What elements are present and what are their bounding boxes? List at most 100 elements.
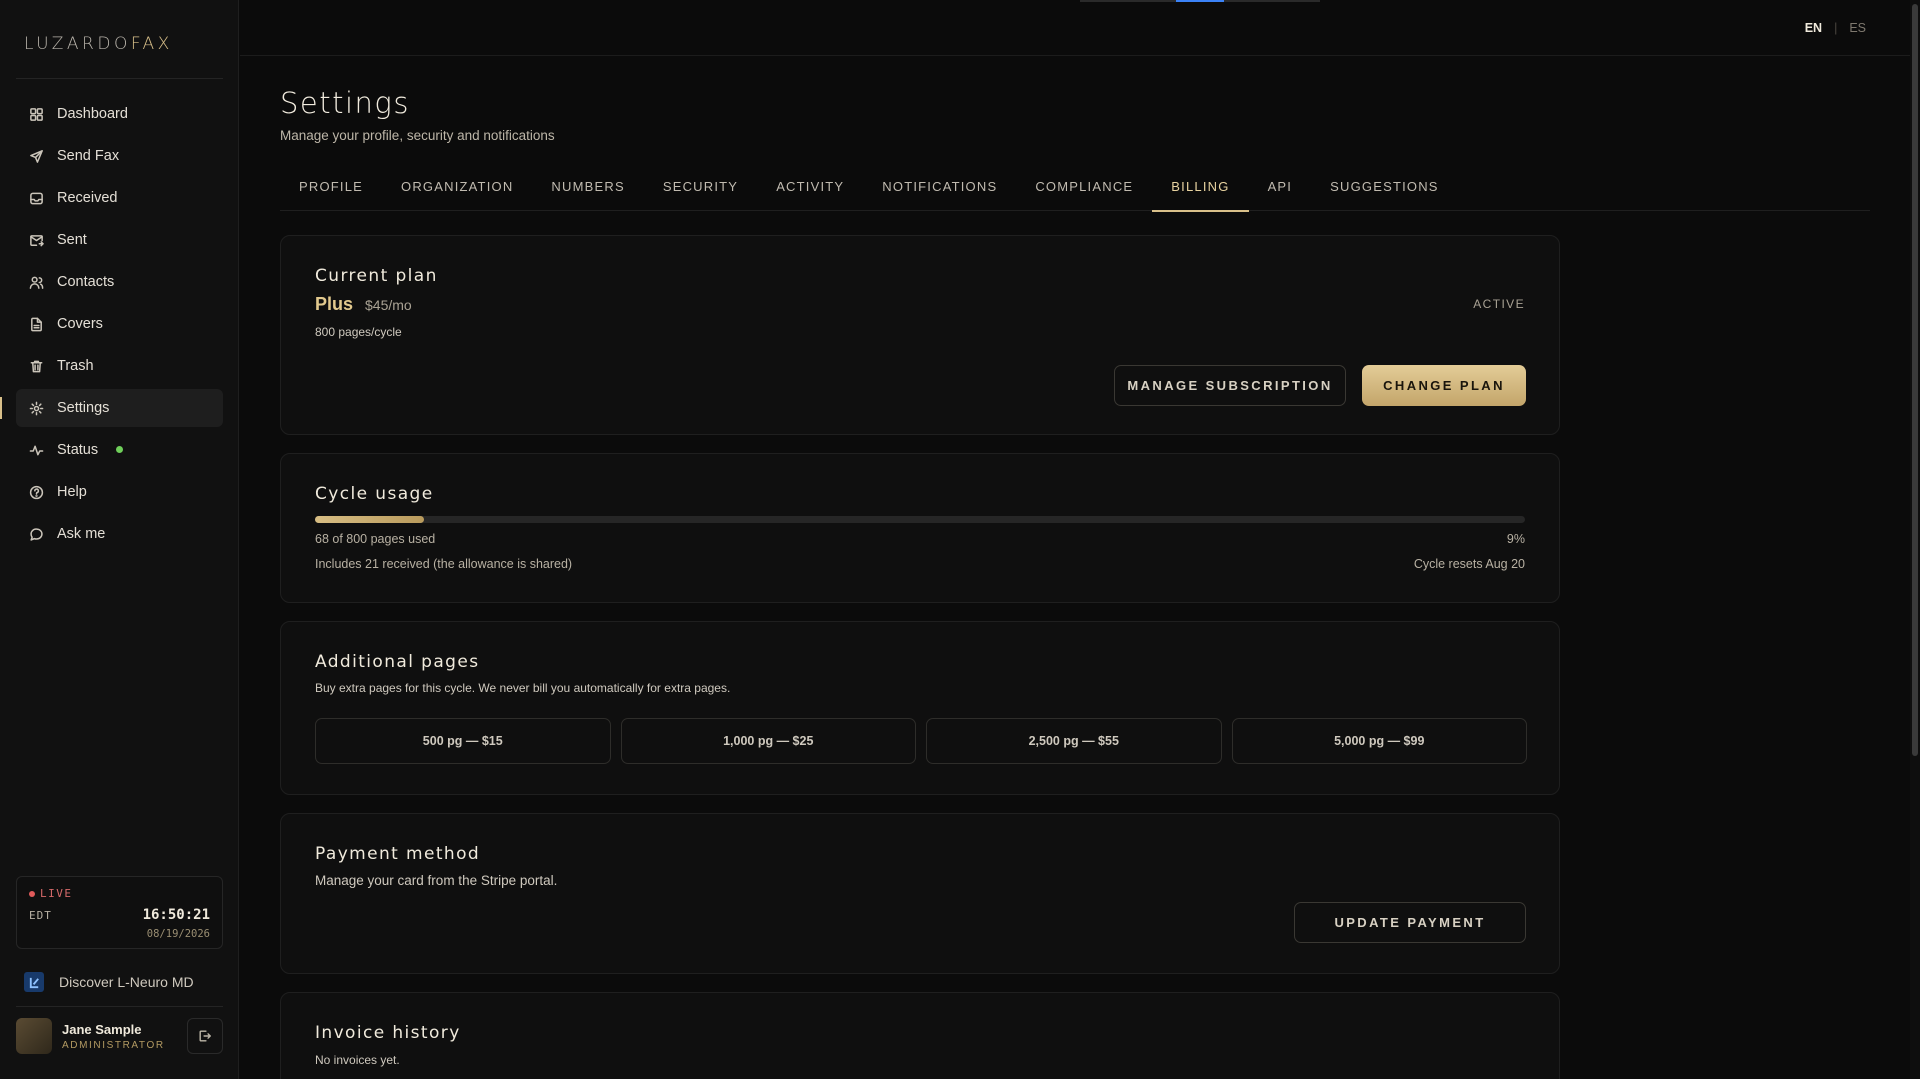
manage-subscription-button[interactable]: MANAGE SUBSCRIPTION bbox=[1114, 365, 1346, 406]
tab-billing[interactable]: BILLING bbox=[1152, 162, 1249, 212]
payment-method-title: Payment method bbox=[315, 844, 481, 864]
status-online-indicator bbox=[116, 445, 124, 453]
page-loading-bar bbox=[1080, 0, 1320, 2]
invoice-history-title: Invoice history bbox=[315, 1023, 461, 1043]
language-separator: | bbox=[1834, 21, 1838, 35]
sidebar-item-dashboard[interactable]: Dashboard bbox=[16, 95, 223, 133]
additional-pages-card: Additional pages Buy extra pages for thi… bbox=[280, 621, 1560, 795]
tab-organization[interactable]: ORGANIZATION bbox=[382, 162, 532, 211]
sidebar-item-label: Ask me bbox=[57, 526, 106, 542]
payment-method-card: Payment method Manage your card from the… bbox=[280, 813, 1560, 974]
language-switcher: EN | ES bbox=[1805, 21, 1866, 35]
current-plan-title: Current plan bbox=[315, 266, 438, 286]
brand-name-accent: FAX bbox=[130, 34, 173, 54]
clock-time: 16:50:21 bbox=[142, 907, 210, 923]
sidebar-item-covers[interactable]: Covers bbox=[16, 305, 223, 343]
contacts-icon bbox=[28, 274, 44, 290]
help-icon bbox=[28, 484, 44, 500]
avatar[interactable] bbox=[16, 1018, 52, 1054]
gear-icon bbox=[28, 400, 44, 416]
language-en[interactable]: EN bbox=[1805, 21, 1822, 35]
logout-button[interactable] bbox=[187, 1018, 223, 1054]
language-es[interactable]: ES bbox=[1849, 21, 1866, 35]
tab-suggestions[interactable]: SUGGESTIONS bbox=[1311, 162, 1458, 211]
change-plan-button[interactable]: CHANGE PLAN bbox=[1362, 365, 1526, 406]
sidebar-item-status[interactable]: Status bbox=[16, 431, 223, 469]
usage-note: Includes 21 received (the allowance is s… bbox=[315, 557, 573, 571]
discover-label: Discover L-Neuro MD bbox=[59, 974, 194, 990]
clock-date: 08/19/2026 bbox=[146, 928, 210, 940]
usage-percent: 9% bbox=[1506, 532, 1525, 546]
sidebar: LUZARDOFAX Dashboard Send Fax Received S… bbox=[0, 0, 239, 1079]
live-dot-icon bbox=[29, 890, 35, 897]
cycle-reset-date: Cycle resets Aug 20 bbox=[1413, 557, 1525, 571]
status-badge: ACTIVE bbox=[1473, 297, 1525, 311]
live-label: LIVE bbox=[40, 887, 73, 900]
discover-link[interactable]: Discover L-Neuro MD bbox=[24, 972, 194, 992]
inbox-icon bbox=[28, 190, 44, 206]
additional-pages-description: Buy extra pages for this cycle. We never… bbox=[315, 681, 731, 695]
sidebar-item-label: Covers bbox=[57, 316, 103, 332]
timezone-label: EDT bbox=[29, 909, 52, 922]
logout-icon bbox=[199, 1030, 211, 1042]
page-subtitle: Manage your profile, security and notifi… bbox=[280, 128, 555, 143]
usage-used-text: 68 of 800 pages used bbox=[315, 532, 436, 546]
chat-icon bbox=[28, 526, 44, 542]
sidebar-item-ask-me[interactable]: Ask me bbox=[16, 515, 223, 553]
usage-progress-fill bbox=[315, 516, 424, 523]
sidebar-item-label: Trash bbox=[57, 358, 94, 374]
scrollbar-thumb[interactable] bbox=[1912, 4, 1918, 756]
sidebar-item-received[interactable]: Received bbox=[16, 179, 223, 217]
tab-notifications[interactable]: NOTIFICATIONS bbox=[863, 162, 1016, 211]
sidebar-item-label: Send Fax bbox=[57, 148, 120, 164]
sidebar-nav: Dashboard Send Fax Received Sent Contact… bbox=[0, 95, 223, 557]
tab-profile[interactable]: PROFILE bbox=[280, 162, 382, 211]
page-pack-2500-button[interactable]: 2,500 pg — $55 bbox=[926, 718, 1222, 764]
tab-numbers[interactable]: NUMBERS bbox=[532, 162, 643, 211]
tab-api[interactable]: API bbox=[1249, 162, 1312, 211]
sidebar-item-label: Dashboard bbox=[57, 106, 128, 122]
activity-icon bbox=[28, 442, 44, 458]
live-indicator: LIVE bbox=[29, 887, 73, 900]
dashboard-icon bbox=[28, 106, 44, 122]
tab-activity[interactable]: ACTIVITY bbox=[757, 162, 863, 211]
trash-icon bbox=[28, 358, 44, 374]
update-payment-button[interactable]: UPDATE PAYMENT bbox=[1294, 902, 1526, 943]
page-scrollbar[interactable] bbox=[1910, 0, 1920, 1079]
sidebar-item-label: Contacts bbox=[57, 274, 115, 290]
current-plan-card: Current plan Plus $45/mo 800 pages/cycle… bbox=[280, 235, 1560, 435]
user-role: ADMINISTRATOR bbox=[62, 1040, 165, 1051]
plan-price: $45/mo bbox=[365, 297, 412, 313]
sidebar-item-send-fax[interactable]: Send Fax bbox=[16, 137, 223, 175]
settings-tabs: PROFILE ORGANIZATION NUMBERS SECURITY AC… bbox=[280, 162, 1870, 212]
page-pack-1000-button[interactable]: 1,000 pg — $25 bbox=[620, 718, 916, 764]
top-bar: EN | ES bbox=[240, 0, 1910, 56]
cycle-usage-card: Cycle usage 68 of 800 pages used 9% Incl… bbox=[280, 453, 1560, 603]
tab-security[interactable]: SECURITY bbox=[644, 162, 757, 211]
sidebar-item-sent[interactable]: Sent bbox=[16, 221, 223, 259]
brand-logo[interactable]: LUZARDOFAX bbox=[24, 34, 173, 54]
page-pack-5000-button[interactable]: 5,000 pg — $99 bbox=[1231, 718, 1527, 764]
live-clock-widget: LIVE EDT 16:50:21 08/19/2026 bbox=[16, 876, 223, 949]
sidebar-item-trash[interactable]: Trash bbox=[16, 347, 223, 385]
page-pack-500-button[interactable]: 500 pg — $15 bbox=[315, 718, 611, 764]
sidebar-item-settings[interactable]: Settings bbox=[0, 389, 223, 427]
additional-pages-title: Additional pages bbox=[315, 652, 480, 672]
divider bbox=[16, 1006, 223, 1007]
plan-name: Plus bbox=[315, 294, 354, 314]
invoice-history-card: Invoice history No invoices yet. bbox=[280, 992, 1560, 1079]
user-name: Jane Sample bbox=[62, 1022, 142, 1037]
tab-compliance[interactable]: COMPLIANCE bbox=[1016, 162, 1152, 211]
sidebar-item-help[interactable]: Help bbox=[16, 473, 223, 511]
usage-progress-bar bbox=[315, 516, 1525, 523]
page-packs: 500 pg — $15 1,000 pg — $25 2,500 pg — $… bbox=[315, 718, 1527, 764]
plan-pages: 800 pages/cycle bbox=[315, 325, 402, 339]
brand-name-light: LUZARDO bbox=[24, 34, 131, 54]
document-icon bbox=[28, 316, 44, 332]
sidebar-item-label: Sent bbox=[57, 232, 87, 248]
invoice-empty-state: No invoices yet. bbox=[315, 1053, 400, 1067]
sidebar-item-label: Received bbox=[57, 190, 118, 206]
page-title: Settings bbox=[280, 86, 410, 120]
sidebar-item-label: Status bbox=[57, 442, 99, 458]
sidebar-item-contacts[interactable]: Contacts bbox=[16, 263, 223, 301]
